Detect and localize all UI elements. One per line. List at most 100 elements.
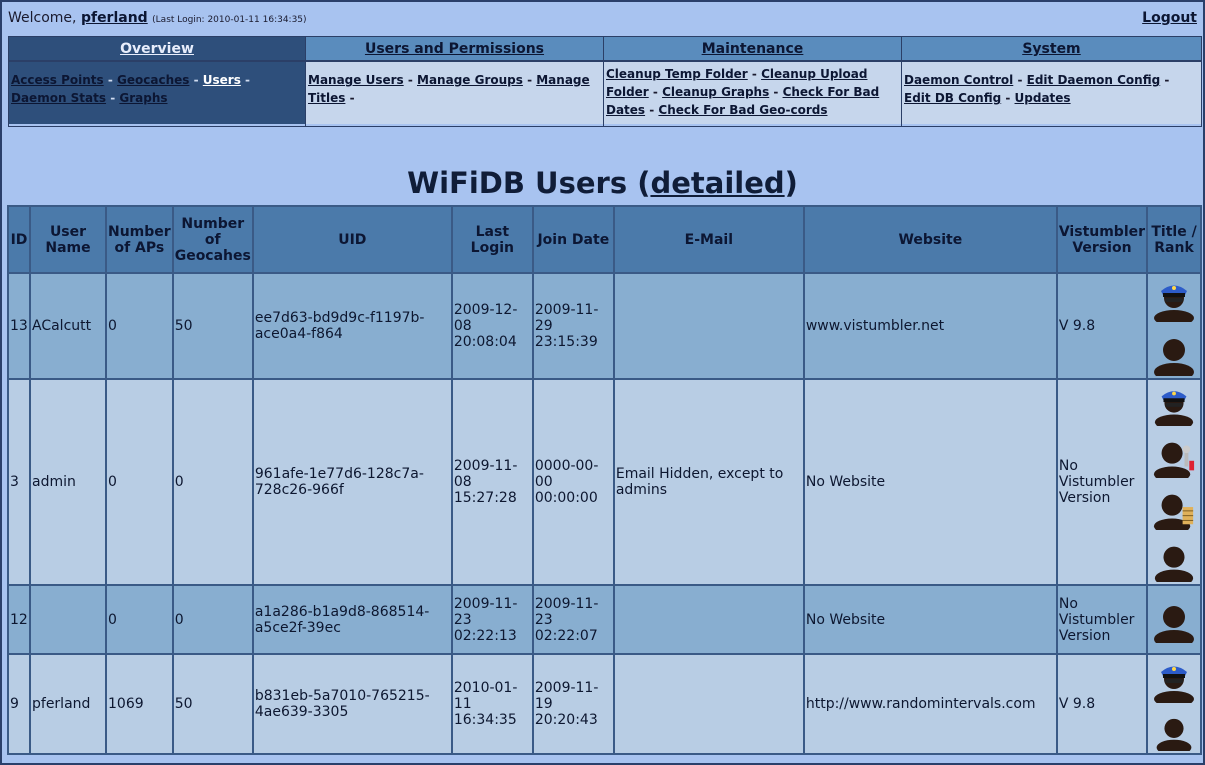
logout-link[interactable]: Logout	[1142, 10, 1197, 26]
cell-website: http://www.randomintervals.com	[804, 655, 1056, 753]
cell-uid: b831eb-5a7010-765215-4ae639-3305	[253, 655, 451, 753]
link-edit-daemon-config[interactable]: Edit Daemon Config	[1027, 73, 1161, 87]
cell-username: ACalcutt	[31, 274, 105, 378]
cell-aps: 0	[107, 586, 172, 653]
col-id: ID	[9, 207, 29, 272]
cell-version: No Vistumbler Version	[1057, 586, 1147, 653]
cell-ranks	[1148, 274, 1201, 378]
col-num-geocaches: Number of Geocahes	[173, 207, 252, 272]
cell-username: admin	[31, 380, 105, 584]
top-bar: Welcome, pferland (Last Login: 2010-01-1…	[8, 8, 1197, 30]
cell-uid: ee7d63-bd9d9c-f1197b-ace0a4-f864	[253, 274, 451, 378]
cell-email: Email Hidden, except to admins	[614, 380, 803, 584]
cell-ranks	[1148, 586, 1201, 653]
col-num-aps: Number of APs	[107, 207, 172, 272]
last-login-text: (Last Login: 2010-01-11 16:34:35)	[152, 15, 307, 25]
cell-last-login: 2010-01-11 16:34:35	[452, 655, 532, 753]
cell-version: V 9.8	[1057, 274, 1147, 378]
cell-ranks	[1148, 380, 1201, 584]
user-silhouette-icon	[1152, 597, 1196, 643]
nav-tab-overview-label[interactable]: Overview	[120, 41, 194, 57]
cell-uid: a1a286-b1a9d8-868514-a5ce2f-39ec	[253, 586, 451, 653]
link-access-points[interactable]: Access Points	[11, 73, 104, 87]
link-graphs[interactable]: Graphs	[119, 91, 167, 105]
table-row: 3 admin 0 0 961afe-1e77d6-128c7a-728c26-…	[9, 380, 1201, 584]
link-geocaches[interactable]: Geocaches	[117, 73, 189, 87]
nav-tab-users-permissions-label[interactable]: Users and Permissions	[365, 41, 544, 57]
cell-id: 12	[9, 586, 29, 653]
cell-website: No Website	[804, 380, 1056, 584]
col-last-login: Last Login	[452, 207, 532, 272]
cell-join-date: 0000-00-00 00:00:00	[533, 380, 613, 584]
police-officer-icon	[1152, 382, 1196, 426]
nav-maintenance-links: Cleanup Temp Folder - Cleanup Upload Fol…	[604, 62, 901, 124]
nav-overview: Overview Access Points - Geocaches - Use…	[9, 37, 306, 126]
cell-id: 3	[9, 380, 29, 584]
col-website: Website	[804, 207, 1056, 272]
cell-join-date: 2009-11-29 23:15:39	[533, 274, 613, 378]
page-title: WiFiDB Users (detailed)	[2, 166, 1203, 200]
welcome-prefix: Welcome,	[8, 10, 77, 26]
nav-overview-links: Access Points - Geocaches - Users - Daem…	[9, 62, 305, 124]
user-notebook-icon	[1152, 486, 1196, 530]
cell-last-login: 2009-11-08 15:27:28	[452, 380, 532, 584]
cell-geocaches: 0	[173, 586, 252, 653]
col-uid: UID	[253, 207, 451, 272]
page-title-suffix: )	[784, 166, 798, 200]
col-join-date: Join Date	[533, 207, 613, 272]
cell-aps: 0	[107, 274, 172, 378]
cell-username	[31, 586, 105, 653]
nav-maintenance: Maintenance Cleanup Temp Folder - Cleanu…	[604, 37, 902, 126]
police-officer-icon	[1152, 276, 1196, 322]
table-row: 9 pferland 1069 50 b831eb-5a7010-765215-…	[9, 655, 1201, 753]
nav-system: System Daemon Control - Edit Daemon Conf…	[902, 37, 1201, 126]
link-bad-geo[interactable]: Check For Bad Geo-cords	[658, 103, 827, 117]
cell-username: pferland	[31, 655, 105, 753]
link-cleanup-graphs[interactable]: Cleanup Graphs	[662, 85, 769, 99]
user-silhouette-icon	[1152, 330, 1196, 376]
cell-geocaches: 0	[173, 380, 252, 584]
nav-users-permissions: Users and Permissions Manage Users - Man…	[306, 37, 604, 126]
user-silhouette-icon	[1152, 538, 1196, 582]
admin-nav: Overview Access Points - Geocaches - Use…	[8, 36, 1202, 127]
users-table: ID User Name Number of APs Number of Geo…	[7, 205, 1203, 755]
link-cleanup-temp[interactable]: Cleanup Temp Folder	[606, 67, 748, 81]
cell-email	[614, 655, 803, 753]
cell-uid: 961afe-1e77d6-128c7a-728c26-966f	[253, 380, 451, 584]
nav-tab-maintenance-label[interactable]: Maintenance	[702, 41, 804, 57]
nav-tab-users-permissions[interactable]: Users and Permissions	[306, 37, 603, 62]
table-row: 12 0 0 a1a286-b1a9d8-868514-a5ce2f-39ec …	[9, 586, 1201, 653]
nav-tab-system[interactable]: System	[902, 37, 1201, 62]
link-edit-db-config[interactable]: Edit DB Config	[904, 91, 1001, 105]
police-officer-icon	[1152, 657, 1196, 703]
link-manage-users[interactable]: Manage Users	[308, 73, 404, 87]
user-silhouette-icon	[1152, 711, 1196, 751]
col-title-rank: Title / Rank	[1148, 207, 1201, 272]
table-row: 13 ACalcutt 0 50 ee7d63-bd9d9c-f1197b-ac…	[9, 274, 1201, 378]
nav-tab-maintenance[interactable]: Maintenance	[604, 37, 901, 62]
detailed-link[interactable]: detailed	[650, 166, 784, 200]
nav-tab-overview[interactable]: Overview	[9, 37, 305, 62]
cell-join-date: 2009-11-19 20:20:43	[533, 655, 613, 753]
link-daemon-control[interactable]: Daemon Control	[904, 73, 1013, 87]
cell-ranks	[1148, 655, 1201, 753]
col-email: E-Mail	[614, 207, 803, 272]
link-manage-groups[interactable]: Manage Groups	[417, 73, 523, 87]
cell-email	[614, 586, 803, 653]
nav-tab-system-label[interactable]: System	[1022, 41, 1080, 57]
username-link[interactable]: pferland	[81, 10, 148, 26]
cell-id: 13	[9, 274, 29, 378]
link-updates[interactable]: Updates	[1015, 91, 1071, 105]
link-daemon-stats[interactable]: Daemon Stats	[11, 91, 106, 105]
nav-system-links: Daemon Control - Edit Daemon Config - Ed…	[902, 62, 1201, 124]
cell-email	[614, 274, 803, 378]
link-users[interactable]: Users	[203, 73, 241, 87]
cell-last-login: 2009-11-23 02:22:13	[452, 586, 532, 653]
nav-users-permissions-links: Manage Users - Manage Groups - Manage Ti…	[306, 62, 603, 124]
col-username: User Name	[31, 207, 105, 272]
cell-website: www.vistumbler.net	[804, 274, 1056, 378]
cell-version: No Vistumbler Version	[1057, 380, 1147, 584]
welcome-message: Welcome, pferland (Last Login: 2010-01-1…	[8, 10, 307, 26]
admin-tools-icon	[1152, 434, 1196, 478]
cell-version: V 9.8	[1057, 655, 1147, 753]
